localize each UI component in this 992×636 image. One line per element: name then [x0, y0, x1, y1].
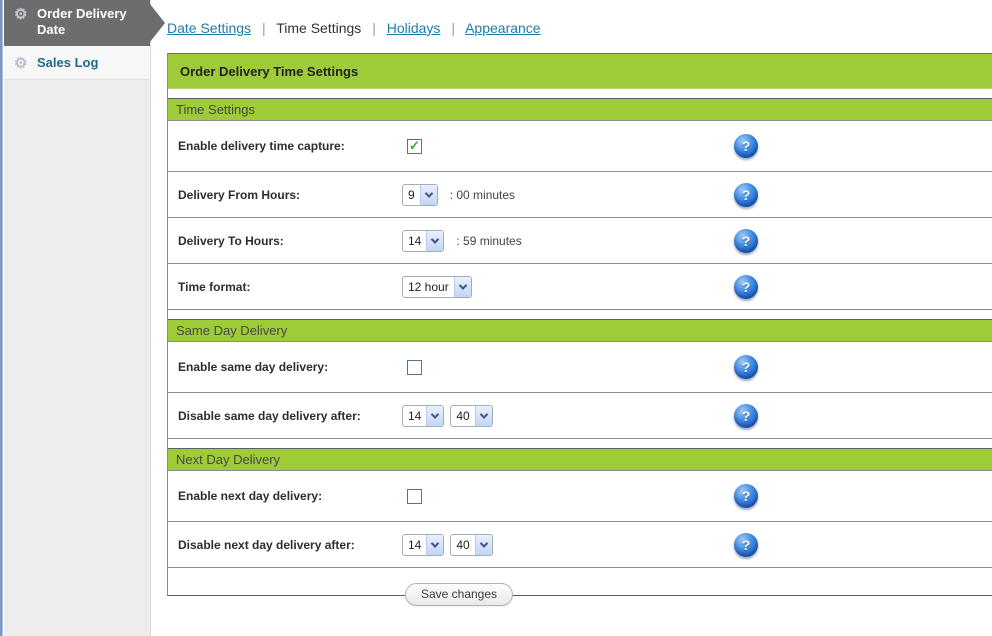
setting-label: Delivery To Hours:: [178, 233, 284, 248]
sidebar-item-label: Order Delivery Date: [37, 6, 127, 37]
same-day-cutoff-hour-select[interactable]: 14: [402, 404, 445, 427]
gear-icon: ⚙: [14, 6, 28, 23]
next-day-cutoff-hour-select[interactable]: 14: [402, 533, 445, 556]
setting-row-time-format: Time format: 12 hour ?: [168, 264, 992, 310]
chevron-down-icon: [474, 534, 492, 555]
delivery-from-hours-select[interactable]: 9: [402, 183, 438, 206]
page-title: Order Delivery Time Settings: [168, 54, 992, 89]
section-header-next-day-delivery: Next Day Delivery: [168, 448, 992, 471]
spacer: [168, 89, 992, 98]
tab-date-settings[interactable]: Date Settings: [167, 20, 251, 36]
setting-row-delivery-to-hours: Delivery To Hours: 14 : 59 minutes ?: [168, 218, 992, 264]
next-day-cutoff-minute-select[interactable]: 40: [450, 533, 493, 556]
settings-panel: Order Delivery Time Settings Time Settin…: [167, 53, 992, 606]
setting-label: Enable delivery time capture:: [178, 139, 345, 153]
tab-separator: |: [451, 20, 455, 36]
help-icon[interactable]: ?: [734, 182, 758, 207]
help-icon[interactable]: ?: [734, 403, 758, 428]
admin-sidebar: ⚙ Order Delivery Date ⚙ Sales Log: [4, 0, 165, 636]
sidebar-item-label: Sales Log: [37, 55, 99, 70]
minutes-suffix: : 59 minutes: [456, 233, 522, 248]
sidebar-item-order-delivery-date[interactable]: ⚙ Order Delivery Date: [4, 0, 165, 46]
setting-label: Disable next day delivery after:: [178, 537, 355, 552]
save-changes-button[interactable]: Save changes: [404, 583, 514, 606]
help-icon[interactable]: ?: [734, 484, 758, 508]
tab-separator: |: [261, 20, 266, 36]
left-accent-strip: [0, 0, 3, 636]
help-icon[interactable]: ?: [734, 134, 758, 158]
check-icon: ✓: [409, 137, 420, 153]
select-value: 9: [408, 187, 415, 202]
setting-label: Enable next day delivery:: [178, 489, 323, 503]
chevron-down-icon: [426, 534, 444, 555]
select-value: 12 hour: [408, 279, 449, 294]
setting-label: Enable same day delivery:: [178, 360, 329, 374]
setting-row-enable-next-day: Enable next day delivery: ?: [168, 471, 992, 522]
gear-icon: ⚙: [14, 55, 28, 72]
setting-label: Disable same day delivery after:: [178, 408, 361, 423]
delivery-to-hours-select[interactable]: 14: [402, 229, 445, 252]
spacer: [168, 568, 992, 595]
chevron-down-icon: [453, 276, 471, 297]
sidebar-item-sales-log[interactable]: ⚙ Sales Log: [4, 46, 150, 80]
setting-label: Delivery From Hours:: [178, 187, 301, 202]
tab-appearance[interactable]: Appearance: [465, 20, 541, 36]
spacer: [168, 310, 992, 319]
select-value: 40: [456, 408, 470, 423]
app-window: ⚙ Order Delivery Date ⚙ Sales Log Date S…: [0, 0, 992, 636]
select-value: 14: [408, 408, 422, 423]
setting-row-enable-same-day: Enable same day delivery: ?: [168, 342, 992, 393]
help-icon[interactable]: ?: [734, 532, 758, 557]
setting-row-enable-delivery-time: Enable delivery time capture: ✓ ?: [168, 121, 992, 172]
chevron-down-icon: [426, 405, 444, 426]
select-value: 14: [408, 233, 422, 248]
section-header-time-settings: Time Settings: [168, 98, 992, 121]
select-value: 40: [456, 537, 470, 552]
setting-row-disable-next-day-after: Disable next day delivery after: 14 40 ?: [168, 522, 992, 568]
help-icon[interactable]: ?: [734, 274, 758, 299]
help-icon[interactable]: ?: [734, 355, 758, 379]
same-day-cutoff-minute-select[interactable]: 40: [450, 404, 493, 427]
settings-tab-bar: Date Settings | Time Settings | Holidays…: [152, 0, 992, 36]
time-format-select[interactable]: 12 hour: [402, 275, 472, 298]
help-icon[interactable]: ?: [734, 228, 758, 253]
select-value: 14: [408, 537, 422, 552]
minutes-suffix: : 00 minutes: [449, 187, 516, 202]
chevron-down-icon: [474, 405, 492, 426]
chevron-down-icon: [419, 184, 437, 205]
enable-next-day-checkbox[interactable]: [407, 488, 422, 504]
main-content: Date Settings | Time Settings | Holidays…: [152, 0, 992, 636]
enable-same-day-checkbox[interactable]: [407, 359, 422, 375]
tab-separator: |: [372, 20, 376, 36]
selected-item-arrow: [150, 4, 165, 42]
tab-time-settings[interactable]: Time Settings: [276, 20, 361, 36]
chevron-down-icon: [426, 230, 444, 251]
spacer: [168, 439, 992, 448]
setting-row-delivery-from-hours: Delivery From Hours: 9 : 00 minutes ?: [168, 172, 992, 218]
tab-holidays[interactable]: Holidays: [387, 20, 441, 36]
setting-label: Time format:: [178, 279, 251, 294]
enable-delivery-time-checkbox[interactable]: ✓: [407, 137, 422, 154]
setting-row-disable-same-day-after: Disable same day delivery after: 14 40 ?: [168, 393, 992, 439]
section-header-same-day-delivery: Same Day Delivery: [168, 319, 992, 342]
